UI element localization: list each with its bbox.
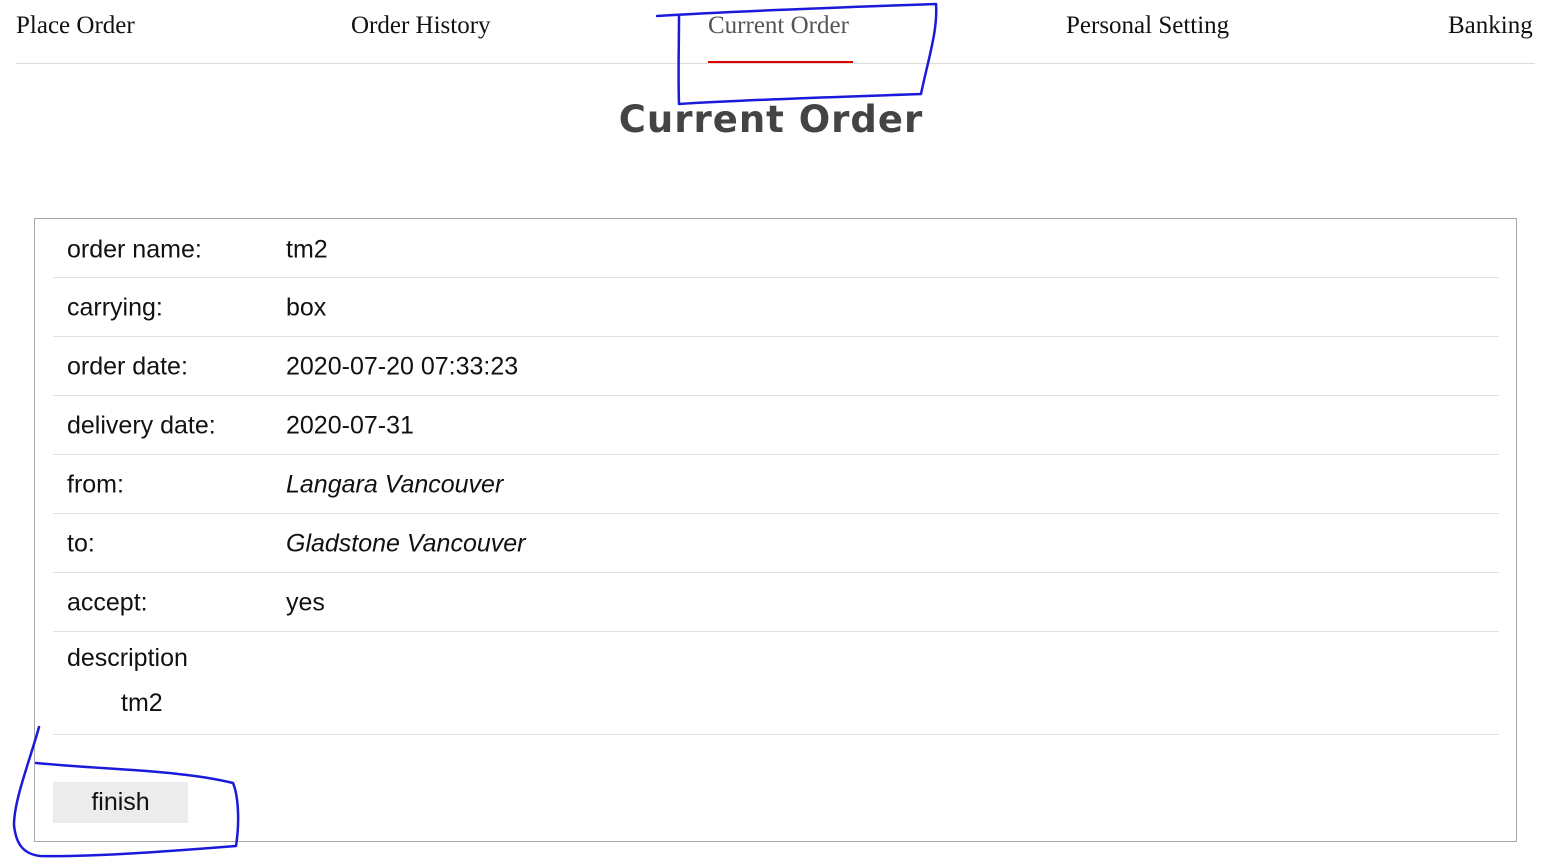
detail-row-accept: accept: yes [53, 573, 1499, 632]
description-value: tm2 [121, 689, 163, 717]
description-label: description [67, 644, 188, 672]
detail-label: accept: [67, 588, 148, 617]
detail-row-carrying: carrying: box [53, 278, 1499, 337]
order-details-card: order name: tm2 carrying: box order date… [34, 218, 1517, 842]
detail-row-order-name: order name: tm2 [53, 219, 1499, 278]
page-title: Current Order [618, 98, 924, 141]
detail-row-order-date: order date: 2020-07-20 07:33:23 [53, 337, 1499, 396]
detail-row-delivery-date: delivery date: 2020-07-31 [53, 396, 1499, 455]
detail-value: 2020-07-31 [286, 411, 414, 440]
detail-value: 2020-07-20 07:33:23 [286, 352, 519, 381]
finish-button[interactable]: finish [53, 782, 188, 823]
detail-value: Gladstone Vancouver [286, 529, 526, 558]
nav-order-history[interactable]: Order History [351, 12, 491, 40]
nav-current-order[interactable]: Current Order [708, 12, 849, 40]
detail-row-from: from: Langara Vancouver [53, 455, 1499, 514]
detail-row-description: description tm2 [53, 632, 1499, 735]
detail-label: carrying: [67, 293, 163, 322]
detail-value: yes [286, 588, 325, 617]
nav-banking[interactable]: Banking [1448, 12, 1533, 40]
detail-value: tm2 [286, 235, 328, 264]
detail-label: from: [67, 470, 124, 499]
detail-value: box [286, 293, 327, 322]
detail-label: delivery date: [67, 411, 216, 440]
detail-label: order name: [67, 235, 202, 264]
top-nav: Place Order Order History Current Order … [16, 0, 1535, 64]
detail-value: Langara Vancouver [286, 470, 504, 499]
nav-place-order[interactable]: Place Order [16, 12, 135, 40]
active-tab-indicator [708, 61, 853, 63]
detail-label: to: [67, 529, 95, 558]
order-details-list: order name: tm2 carrying: box order date… [53, 219, 1499, 735]
nav-personal-setting[interactable]: Personal Setting [1066, 12, 1229, 40]
detail-row-to: to: Gladstone Vancouver [53, 514, 1499, 573]
detail-label: order date: [67, 352, 188, 381]
